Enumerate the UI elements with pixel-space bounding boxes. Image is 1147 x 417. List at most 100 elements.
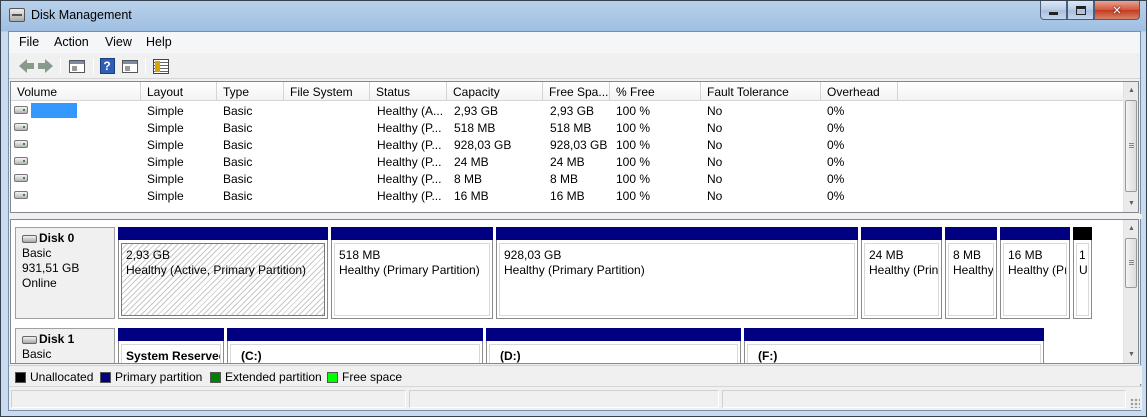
- cell-status: Healthy (P...: [377, 121, 442, 135]
- legend-swatch: [15, 371, 26, 383]
- column-header-fault-tolerance[interactable]: Fault Tolerance: [701, 82, 821, 101]
- legend-swatch: [327, 371, 338, 383]
- cell-capacity: 16 MB: [454, 189, 489, 203]
- cell-percent-free: 100 %: [616, 155, 651, 169]
- table-row[interactable]: Simple Basic Healthy (P... 518 MB 518 MB…: [11, 119, 1125, 136]
- menu-view[interactable]: View: [105, 35, 132, 49]
- table-row[interactable]: Simple Basic Healthy (P... 8 MB 8 MB 100…: [11, 170, 1125, 187]
- menu-file[interactable]: File: [19, 35, 39, 49]
- partition-block[interactable]: System Reserved: [118, 328, 224, 363]
- partition-block[interactable]: 2,93 GB Healthy (Active, Primary Partiti…: [118, 227, 328, 319]
- partition-block[interactable]: (F:): [744, 328, 1044, 363]
- column-header-volume[interactable]: Volume: [11, 82, 141, 101]
- forward-arrow-icon: [38, 59, 53, 73]
- help-button[interactable]: ?: [97, 57, 117, 75]
- partition-size: 518 MB: [339, 248, 381, 262]
- column-header-type[interactable]: Type: [217, 82, 284, 101]
- legend-label: Extended partition: [225, 370, 322, 384]
- properties-button[interactable]: [151, 57, 171, 75]
- scroll-down-arrow-icon[interactable]: ▼: [1124, 346, 1138, 363]
- cell-free-space: 518 MB: [550, 121, 592, 135]
- disk-1-info[interactable]: Disk 1 Basic: [15, 328, 115, 363]
- column-header-capacity[interactable]: Capacity: [447, 82, 543, 101]
- partition-block[interactable]: 8 MB Healthy: [945, 227, 997, 319]
- partition-body: (D:): [489, 344, 738, 363]
- menu-action[interactable]: Action: [54, 35, 89, 49]
- column-header-status[interactable]: Status: [370, 82, 447, 101]
- partition-block[interactable]: (D:): [486, 328, 741, 363]
- table-row[interactable]: Simple Basic Healthy (P... 24 MB 24 MB 1…: [11, 153, 1125, 170]
- column-header-free-space[interactable]: Free Spa...: [543, 82, 610, 101]
- title-bar[interactable]: Disk Management ✕: [1, 1, 1146, 31]
- console-tree-icon: [69, 59, 85, 73]
- scrollbar-grip: [1129, 264, 1134, 265]
- disk-0-label: Disk 0: [39, 231, 75, 245]
- partition-size: 16 MB: [1008, 248, 1043, 262]
- close-button[interactable]: ✕: [1094, 1, 1140, 20]
- legend-item-free-space: Free space: [327, 370, 402, 384]
- legend-item-extended: Extended partition: [210, 370, 322, 384]
- show-hide-console-tree-button[interactable]: [67, 57, 87, 75]
- show-hide-action-pane-button[interactable]: [120, 57, 140, 75]
- scroll-up-arrow-icon[interactable]: ▲: [1124, 220, 1138, 237]
- disk-0-info[interactable]: Disk 0 Basic 931,51 GB Online: [15, 227, 115, 319]
- volume-list-scrollbar[interactable]: ▲ ▼: [1123, 82, 1138, 212]
- forward-button[interactable]: [35, 57, 55, 75]
- legend-item-unallocated: Unallocated: [15, 370, 93, 384]
- table-row[interactable]: Simple Basic Healthy (P... 16 MB 16 MB 1…: [11, 187, 1125, 204]
- table-row[interactable]: Simple Basic Healthy (A... 2,93 GB 2,93 …: [11, 102, 1125, 119]
- selected-volume-name[interactable]: [31, 103, 77, 118]
- volume-disk-icon: [14, 106, 28, 114]
- disk-pane-scrollbar[interactable]: ▲ ▼: [1123, 220, 1138, 363]
- partition-status: Healthy: [953, 263, 994, 277]
- maximize-icon: [1075, 5, 1086, 15]
- back-arrow-icon: [19, 59, 34, 73]
- legend: Unallocated Primary partition Extended p…: [9, 365, 1142, 384]
- cell-type: Basic: [223, 121, 253, 135]
- partition-bar: [331, 227, 493, 240]
- partition-status: Healthy (Prin: [869, 263, 939, 277]
- scrollbar-grip: [1129, 260, 1134, 261]
- column-header-file-system[interactable]: File System: [284, 82, 370, 101]
- column-header-overhead[interactable]: Overhead: [821, 82, 898, 101]
- maximize-button[interactable]: [1067, 1, 1094, 20]
- status-panel: [722, 390, 1126, 408]
- minimize-button[interactable]: [1040, 1, 1067, 20]
- partition-status: Healthy (Pı: [1008, 263, 1067, 277]
- cell-type: Basic: [223, 155, 253, 169]
- cell-status: Healthy (P...: [377, 155, 442, 169]
- partition-block[interactable]: 16 MB Healthy (Pı: [1000, 227, 1070, 319]
- partition-block[interactable]: 518 MB Healthy (Primary Partition): [331, 227, 493, 319]
- menu-bar: File Action View Help: [9, 32, 1140, 53]
- unallocated-block[interactable]: 1 U: [1073, 227, 1092, 319]
- scrollbar-thumb[interactable]: [1125, 100, 1137, 192]
- legend-label: Free space: [342, 370, 403, 384]
- disk-0-state: Online: [22, 276, 57, 290]
- cell-capacity: 2,93 GB: [454, 104, 499, 118]
- cell-overhead: 0%: [827, 189, 845, 203]
- partition-size: 24 MB: [869, 248, 904, 262]
- partition-bar: [118, 227, 328, 240]
- scroll-up-arrow-icon[interactable]: ▲: [1124, 82, 1138, 99]
- partition-status: Healthy (Active, Primary Partition): [126, 263, 307, 277]
- resize-grip[interactable]: [1130, 398, 1140, 408]
- scroll-down-arrow-icon[interactable]: ▼: [1124, 195, 1138, 212]
- partition-block[interactable]: (C:): [227, 328, 483, 363]
- status-panel: [409, 390, 719, 408]
- disk-1-label: Disk 1: [39, 332, 75, 346]
- scrollbar-thumb[interactable]: [1125, 238, 1137, 288]
- cell-layout: Simple: [147, 121, 184, 135]
- partition-label: System Reserved: [126, 349, 221, 363]
- partition-size: 1: [1079, 248, 1086, 262]
- cell-status: Healthy (A...: [377, 104, 444, 118]
- menu-help[interactable]: Help: [146, 35, 172, 49]
- column-header-layout[interactable]: Layout: [141, 82, 217, 101]
- table-row[interactable]: Simple Basic Healthy (P... 928,03 GB 928…: [11, 136, 1125, 153]
- back-button[interactable]: [13, 57, 34, 75]
- cell-type: Basic: [223, 138, 253, 152]
- cell-percent-free: 100 %: [616, 104, 651, 118]
- partition-block[interactable]: 928,03 GB Healthy (Primary Partition): [496, 227, 858, 319]
- column-header-percent-free[interactable]: % Free: [610, 82, 701, 101]
- partition-bar: [227, 328, 483, 341]
- partition-block[interactable]: 24 MB Healthy (Prin: [861, 227, 942, 319]
